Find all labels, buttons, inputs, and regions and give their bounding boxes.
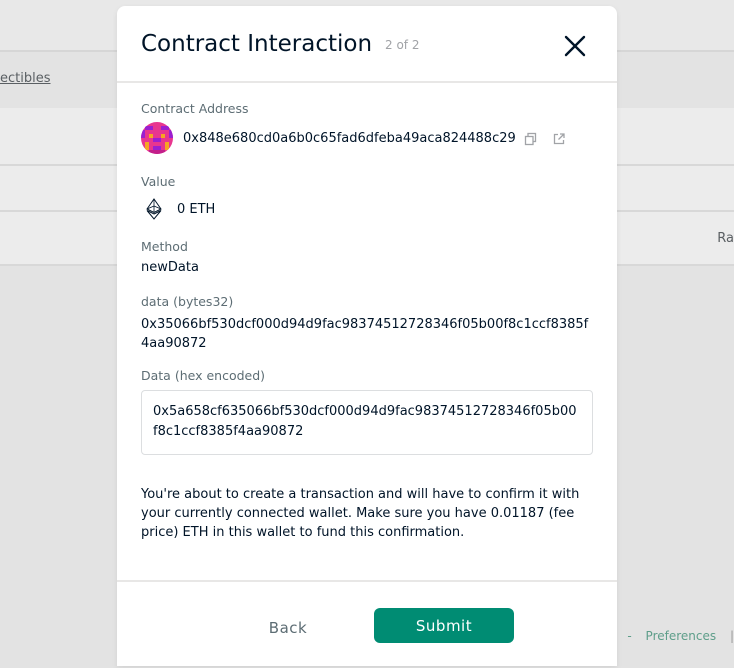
identicon-avatar (141, 122, 173, 154)
footer-separator: | (729, 629, 734, 643)
contract-address-row: 0x848e680cd0a6b0c65fad6dfeba49aca824488c… (141, 122, 593, 154)
modal-footer: Back Submit (117, 580, 617, 668)
contract-interaction-modal: Contract Interaction 2 of 2 Contract Add… (117, 6, 617, 666)
copy-icon (524, 132, 536, 146)
copy-address-button[interactable] (524, 131, 538, 146)
background-tab-collectibles: ectibles (0, 71, 51, 86)
close-icon (564, 35, 586, 57)
data-bytes32-label: data (bytes32) (141, 294, 234, 309)
step-indicator: 2 of 2 (385, 38, 420, 52)
modal-body: Contract Address 0x848e680cd0a6b0c65fad6… (117, 83, 617, 542)
close-button[interactable] (561, 32, 589, 60)
fee-notice: You're about to create a transaction and… (141, 487, 580, 540)
method-value: newData (141, 260, 199, 275)
eth-icon (141, 196, 167, 222)
method-label: Method (141, 239, 188, 254)
hex-data-label: Data (hex encoded) (141, 368, 266, 383)
open-explorer-link[interactable] (552, 131, 566, 145)
back-button[interactable]: Back (255, 610, 321, 646)
modal-header: Contract Interaction 2 of 2 (117, 6, 617, 83)
footer-link-preferences: Preferences (645, 629, 717, 643)
data-bytes32-value: 0x35066bf530dcf000d94d9fac98374512728346… (141, 317, 589, 351)
value-label: Value (141, 174, 176, 189)
value-amount: 0 ETH (177, 201, 216, 217)
contract-address-value: 0x848e680cd0a6b0c65fad6dfeba49aca824488c… (183, 130, 516, 146)
contract-address-label: Contract Address (141, 101, 249, 116)
external-link-icon (553, 133, 565, 145)
modal-title: Contract Interaction (141, 31, 373, 57)
background-footer: y - Preferences | (596, 629, 734, 643)
background-right-label: Ra (717, 231, 734, 246)
value-row: 0 ETH (141, 195, 593, 223)
submit-button[interactable]: Submit (374, 608, 514, 643)
footer-separator: - (627, 629, 632, 643)
hex-data-field[interactable]: 0x5a658cf635066bf530dcf000d94d9fac983745… (141, 390, 593, 455)
